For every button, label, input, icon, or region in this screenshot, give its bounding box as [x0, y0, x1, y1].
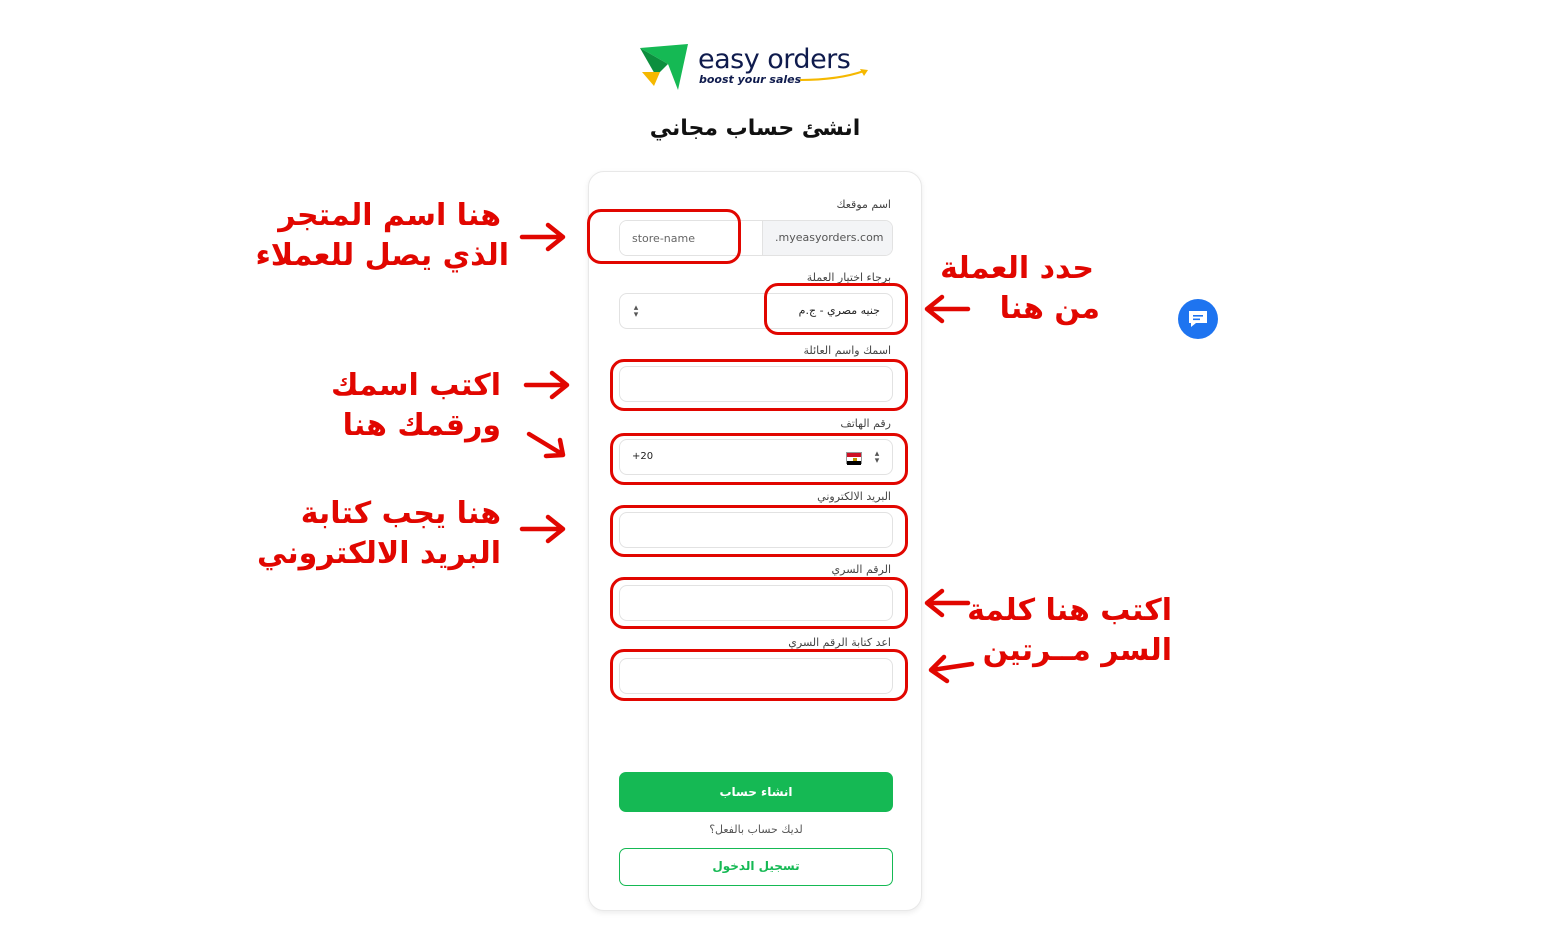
confirm-password-label: اعد كتابة الرقم السري	[788, 636, 891, 649]
swoosh-arrow-icon	[799, 69, 868, 81]
password-label: الرقم السري	[831, 563, 891, 576]
select-arrows-icon: ▴ ▾	[633, 303, 639, 320]
login-button[interactable]: تسجيل الدخول	[619, 848, 893, 886]
phone-highlight	[610, 433, 908, 485]
email-label: البريد الالكتروني	[817, 490, 891, 503]
arrow-right-icon	[519, 514, 566, 544]
password-note-line1: اكتب هنا كلمة	[967, 593, 1172, 628]
confirm-password-highlight	[610, 649, 908, 701]
store-name-highlight	[587, 209, 741, 264]
arrow-down-right-icon	[526, 431, 566, 459]
email-note-line1: هنا يجب كتابة	[300, 496, 501, 531]
arrow-left-icon	[924, 294, 971, 324]
currency-note-line1: حدد العملة	[940, 251, 1094, 286]
arrow-left-icon	[924, 588, 971, 618]
store-name-note: هنا اسم المتجر الذي يصل للعملاء	[255, 196, 509, 276]
chat-widget-button[interactable]	[1178, 299, 1218, 339]
have-account-text: لديك حساب بالفعل؟	[709, 823, 803, 836]
page-title: انشئ حساب مجاني	[649, 116, 861, 141]
email-note-line2: البريد الالكتروني	[257, 536, 501, 571]
site-name-label: اسم موقعك	[836, 198, 891, 211]
name-phone-note: اكتب اسمك ورقمك هنا	[331, 366, 501, 446]
email-highlight	[610, 505, 908, 557]
password-note-line2: السر مــرتين	[982, 633, 1172, 668]
password-highlight	[610, 577, 908, 629]
password-note: اكتب هنا كلمة السر مــرتين	[967, 591, 1172, 671]
full-name-label: اسمك واسم العائلة	[803, 344, 891, 357]
chat-bubble-icon	[1189, 311, 1207, 327]
name-phone-note-line1: اكتب اسمك	[330, 368, 501, 403]
arrow-right-icon	[523, 370, 570, 400]
phone-label: رقم الهاتف	[840, 417, 891, 430]
domain-suffix: .myeasyorders.com	[762, 221, 892, 255]
name-phone-note-line2: ورقمك هنا	[342, 408, 501, 443]
logo-mark-icon	[640, 44, 688, 90]
brand-logo: easy orders boost your sales	[638, 42, 878, 98]
currency-highlight	[764, 283, 908, 335]
brand-tagline: boost your sales	[699, 73, 802, 86]
store-name-note-line1: هنا اسم المتجر	[278, 198, 501, 233]
email-note: هنا يجب كتابة البريد الالكتروني	[257, 494, 501, 574]
arrow-right-icon	[519, 222, 566, 252]
arrow-left-icon	[928, 654, 975, 684]
create-account-button[interactable]: انشاء حساب	[619, 772, 893, 812]
store-name-note-line2: الذي يصل للعملاء	[255, 238, 509, 273]
full-name-highlight	[610, 359, 908, 411]
